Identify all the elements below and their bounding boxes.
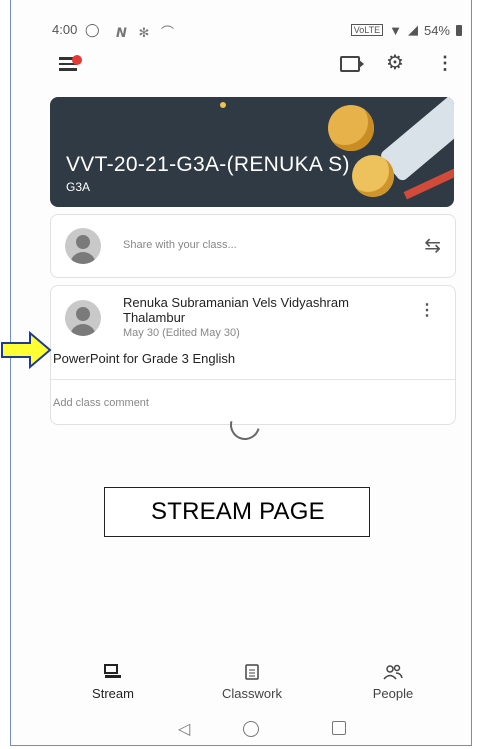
status-time: 4:00 ◯: [52, 22, 100, 38]
notification-icons: 𝙉 ✻ ⌒: [116, 25, 178, 40]
notification-dot: [72, 55, 82, 65]
system-navigation: ◁: [50, 719, 454, 743]
menu-icon[interactable]: [59, 54, 82, 72]
home-icon[interactable]: [243, 721, 259, 737]
video-camera-icon[interactable]: [340, 56, 360, 72]
class-banner[interactable]: VVT-20-21-G3A-(RENUKA S) G3A: [50, 97, 454, 207]
repost-icon[interactable]: ⇆: [424, 233, 441, 258]
nav-stream-label: Stream: [92, 686, 134, 701]
post-body[interactable]: PowerPoint for Grade 3 English: [53, 351, 235, 366]
coin-illustration-2: [352, 155, 394, 197]
status-bar: 4:00 ◯ 𝙉 ✻ ⌒ VoLTE ▼ ◢ 54%: [52, 20, 462, 42]
post-date: May 30 (Edited May 30): [123, 327, 240, 339]
coin-illustration: [328, 105, 374, 151]
banner-decoration-dot: [220, 102, 226, 108]
share-with-class-box[interactable]: Share with your class... ⇆: [50, 214, 456, 278]
nav-people-label: People: [372, 686, 414, 701]
back-icon[interactable]: ◁: [178, 719, 190, 739]
battery-icon: [456, 24, 462, 36]
more-options-icon[interactable]: ⋮: [436, 52, 454, 74]
stream-icon: [68, 664, 158, 684]
classwork-icon: [207, 664, 297, 684]
share-placeholder[interactable]: Share with your class...: [123, 239, 237, 251]
nav-people[interactable]: People: [348, 664, 438, 701]
clock-text: 4:00: [52, 22, 78, 37]
post-divider: [51, 379, 455, 380]
wifi-icon: ▼: [389, 22, 402, 38]
nav-classwork-label: Classwork: [222, 686, 282, 701]
nav-stream[interactable]: Stream: [68, 664, 158, 701]
caption-text: STREAM PAGE: [151, 498, 325, 525]
people-icon: [348, 664, 438, 684]
post-author: Renuka Subramanian Vels Vidyashram Thala…: [123, 295, 349, 325]
class-title: VVT-20-21-G3A-(RENUKA S): [66, 153, 350, 176]
signal-icon: ◢: [407, 22, 418, 37]
stream-post: Renuka Subramanian Vels Vidyashram Thala…: [50, 285, 456, 425]
bottom-navigation: Stream Classwork People: [50, 664, 454, 712]
stream-page-caption: STREAM PAGE: [104, 487, 370, 537]
author-avatar: [65, 300, 101, 336]
highlight-arrow-icon: [1, 330, 52, 370]
whatsapp-icon: ◯: [84, 22, 100, 37]
add-class-comment[interactable]: Add class comment: [53, 397, 149, 409]
gear-icon[interactable]: ⚙: [386, 52, 404, 74]
nav-classwork[interactable]: Classwork: [207, 664, 297, 701]
battery-text: 54%: [423, 22, 450, 38]
post-more-icon[interactable]: ⋮: [419, 300, 435, 320]
avatar: [65, 228, 101, 264]
recent-apps-icon[interactable]: [332, 721, 346, 735]
volte-icon: VoLTE: [350, 24, 384, 36]
status-right: VoLTE ▼ ◢ 54%: [350, 22, 462, 38]
class-section: G3A: [66, 180, 91, 194]
app-toolbar: ⚙ ⋮: [52, 50, 454, 80]
